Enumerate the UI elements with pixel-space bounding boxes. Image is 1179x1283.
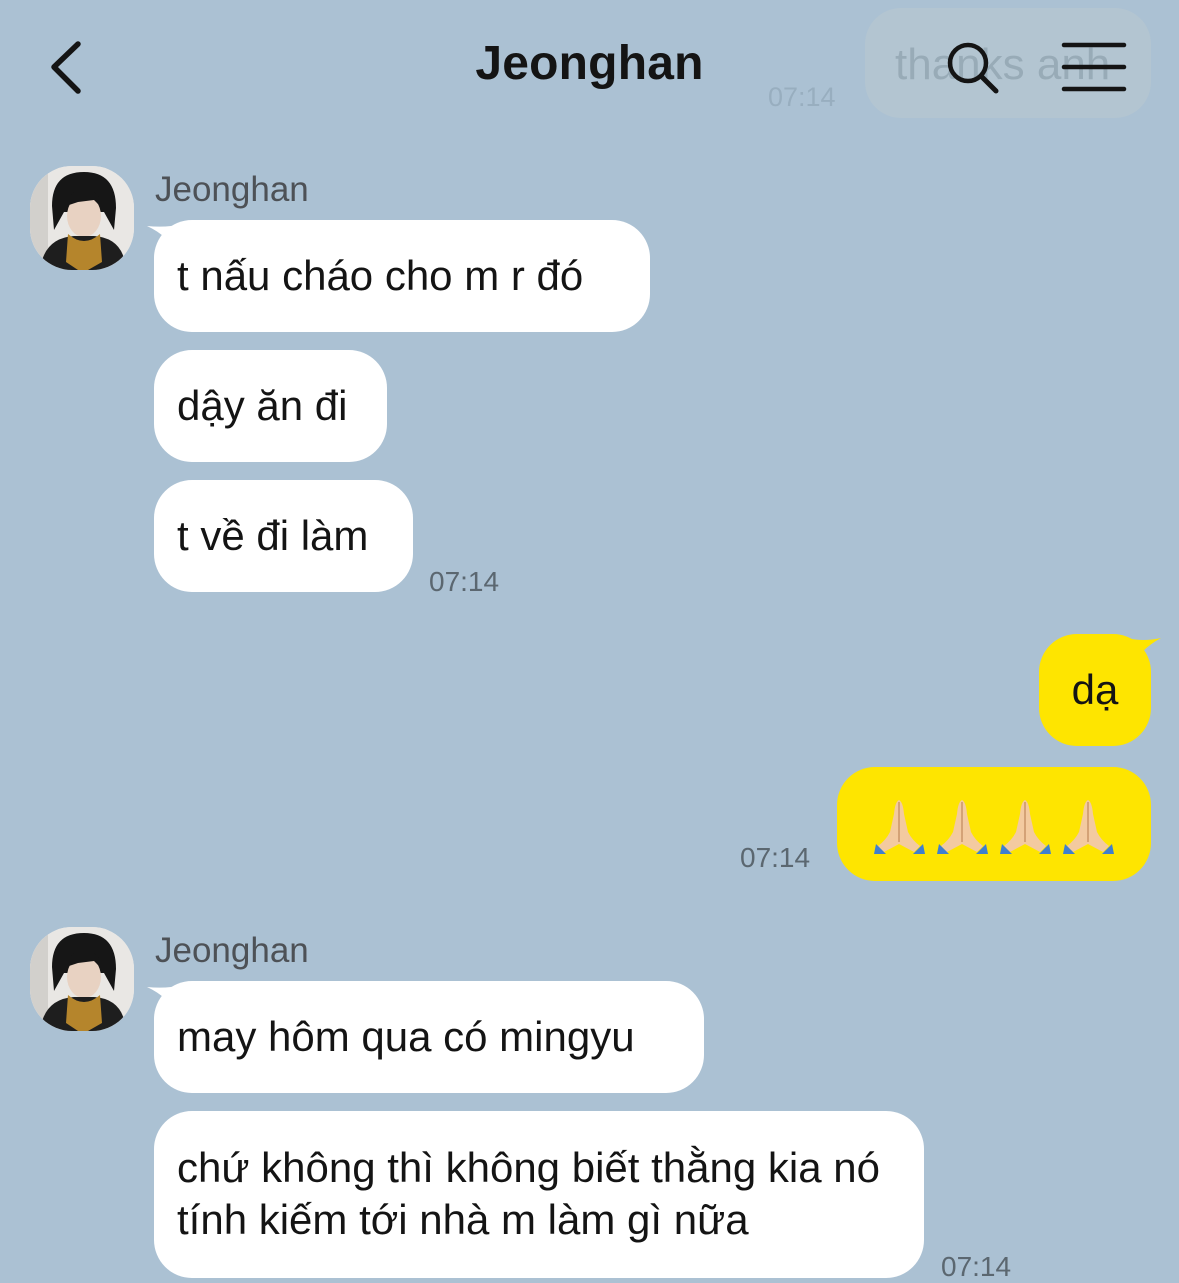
message-bubble[interactable]: may hôm qua có mingyu — [154, 981, 704, 1093]
message-timestamp: 07:14 — [429, 566, 500, 597]
folded-hands-icon — [937, 800, 988, 854]
chat-header: thanks anh 07:14 Jeonghan — [0, 0, 1179, 135]
message-timestamp: 07:14 — [740, 842, 811, 873]
message-bubble[interactable]: t về đi làm — [154, 480, 413, 592]
message-bubble[interactable]: t nấu cháo cho m r đó — [154, 220, 650, 332]
folded-hands-icon — [874, 800, 925, 854]
menu-button[interactable] — [1058, 40, 1130, 96]
sender-avatar[interactable] — [30, 166, 134, 270]
emoji-message-bubble[interactable] — [837, 767, 1151, 881]
message-bubble[interactable]: chứ không thì không biết thằng kia nó tí… — [154, 1111, 924, 1278]
sender-avatar[interactable] — [30, 927, 134, 1031]
message-timestamp: 07:14 — [941, 1251, 1012, 1282]
avatar-photo — [30, 927, 134, 1031]
hamburger-menu-icon — [1061, 42, 1127, 92]
avatar-photo — [30, 166, 134, 270]
folded-hands-icon — [1000, 800, 1051, 854]
folded-hands-emoji-row — [872, 794, 1116, 854]
sender-name: Jeonghan — [155, 931, 309, 970]
message-bubble[interactable]: dậy ăn đi — [154, 350, 387, 462]
sender-name: Jeonghan — [155, 170, 309, 209]
search-icon — [947, 42, 999, 94]
search-button[interactable] — [940, 35, 1005, 100]
folded-hands-icon — [1063, 800, 1114, 854]
message-bubble[interactable]: dạ — [1039, 634, 1151, 746]
